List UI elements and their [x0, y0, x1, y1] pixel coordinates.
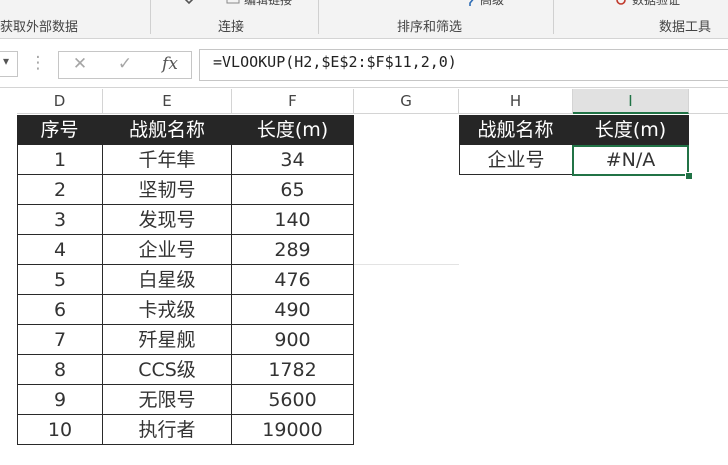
- table-cell[interactable]: 8: [17, 355, 103, 385]
- fill-handle[interactable]: [685, 172, 693, 180]
- table-cell[interactable]: 1: [17, 145, 103, 175]
- lookup-header-cell[interactable]: 战舰名称: [459, 115, 573, 145]
- formula-text[interactable]: =VLOOKUP(H2,$E$2:$F$11,2,0): [213, 53, 457, 71]
- table-cell[interactable]: 卡戎级: [103, 295, 232, 325]
- active-cell-outline: [572, 145, 689, 176]
- table-cell[interactable]: 千年隼: [103, 145, 232, 175]
- table-cell[interactable]: 490: [232, 295, 354, 325]
- table-cell[interactable]: 289: [232, 235, 354, 265]
- gridline: [354, 264, 459, 265]
- lookup-header-cell[interactable]: 长度(m): [573, 115, 689, 145]
- table-cell[interactable]: 140: [232, 205, 354, 235]
- lookup-key-cell[interactable]: 企业号: [459, 145, 573, 175]
- table-cell[interactable]: 34: [232, 145, 354, 175]
- ribbon-data-validation-button[interactable]: 数据验证: [632, 0, 680, 8]
- table-cell[interactable]: 无限号: [103, 385, 232, 415]
- ribbon: 获取外部数据 编辑链接 连接 高级 排序和筛选 数据验证 数据工具: [0, 0, 728, 39]
- chevron-down-icon[interactable]: [182, 0, 196, 6]
- table-cell[interactable]: 9: [17, 385, 103, 415]
- table-cell[interactable]: 4: [17, 235, 103, 265]
- row-header-strip[interactable]: [0, 89, 17, 465]
- table-cell[interactable]: 坚韧号: [103, 175, 232, 205]
- ribbon-separator: [150, 0, 151, 34]
- table-header-cell[interactable]: 战舰名称: [103, 115, 232, 145]
- ribbon-group-data-tools: 数据工具: [659, 20, 712, 35]
- table-cell[interactable]: 5600: [232, 385, 354, 415]
- ribbon-edit-links-button[interactable]: 编辑链接: [244, 0, 292, 8]
- advanced-filter-icon[interactable]: [462, 0, 476, 6]
- table-cell[interactable]: CCS级: [103, 355, 232, 385]
- column-header-h[interactable]: H: [459, 89, 573, 114]
- ribbon-advanced-button[interactable]: 高级: [480, 0, 504, 8]
- name-box[interactable]: ▾: [0, 51, 18, 77]
- ribbon-group-sort-filter: 排序和筛选: [397, 20, 463, 35]
- column-header-d[interactable]: D: [17, 89, 103, 114]
- table-cell[interactable]: 19000: [232, 415, 354, 445]
- table-cell[interactable]: 476: [232, 265, 354, 295]
- table-cell[interactable]: 歼星舰: [103, 325, 232, 355]
- table-header-cell[interactable]: 长度(m): [232, 115, 354, 145]
- table-cell[interactable]: 6: [17, 295, 103, 325]
- table-cell[interactable]: 白星级: [103, 265, 232, 295]
- data-validation-icon[interactable]: [614, 0, 628, 6]
- more-options-icon: ⋮: [29, 53, 47, 73]
- table-cell[interactable]: 65: [232, 175, 354, 205]
- insert-function-icon[interactable]: fx: [158, 52, 182, 76]
- table-cell[interactable]: 发现号: [103, 205, 232, 235]
- table-cell[interactable]: 3: [17, 205, 103, 235]
- table-cell[interactable]: 执行者: [103, 415, 232, 445]
- column-header-j[interactable]: [689, 89, 728, 114]
- ribbon-separator: [318, 0, 319, 34]
- table-cell[interactable]: 5: [17, 265, 103, 295]
- table-cell[interactable]: 900: [232, 325, 354, 355]
- column-header-e[interactable]: E: [103, 89, 232, 114]
- cancel-icon[interactable]: ✕: [68, 52, 92, 76]
- name-box-dropdown-icon[interactable]: ▾: [3, 54, 9, 68]
- column-header-i[interactable]: I: [573, 89, 689, 114]
- ribbon-group-get-external-data: 获取外部数据: [0, 20, 79, 35]
- enter-icon[interactable]: ✓: [113, 52, 137, 76]
- column-header-f[interactable]: F: [232, 89, 354, 114]
- table-cell[interactable]: 10: [17, 415, 103, 445]
- table-cell[interactable]: 2: [17, 175, 103, 205]
- formula-bar: ▾ ⋮ ✕ ✓ fx =VLOOKUP(H2,$E$2:$F$11,2,0): [0, 39, 728, 88]
- edit-links-icon[interactable]: [226, 0, 240, 6]
- table-cell[interactable]: 7: [17, 325, 103, 355]
- column-header-g[interactable]: G: [354, 89, 459, 114]
- table-header-cell[interactable]: 序号: [17, 115, 103, 145]
- ribbon-group-connections: 连接: [218, 20, 245, 35]
- table-cell[interactable]: 1782: [232, 355, 354, 385]
- ribbon-separator: [553, 0, 554, 34]
- table-cell[interactable]: 企业号: [103, 235, 232, 265]
